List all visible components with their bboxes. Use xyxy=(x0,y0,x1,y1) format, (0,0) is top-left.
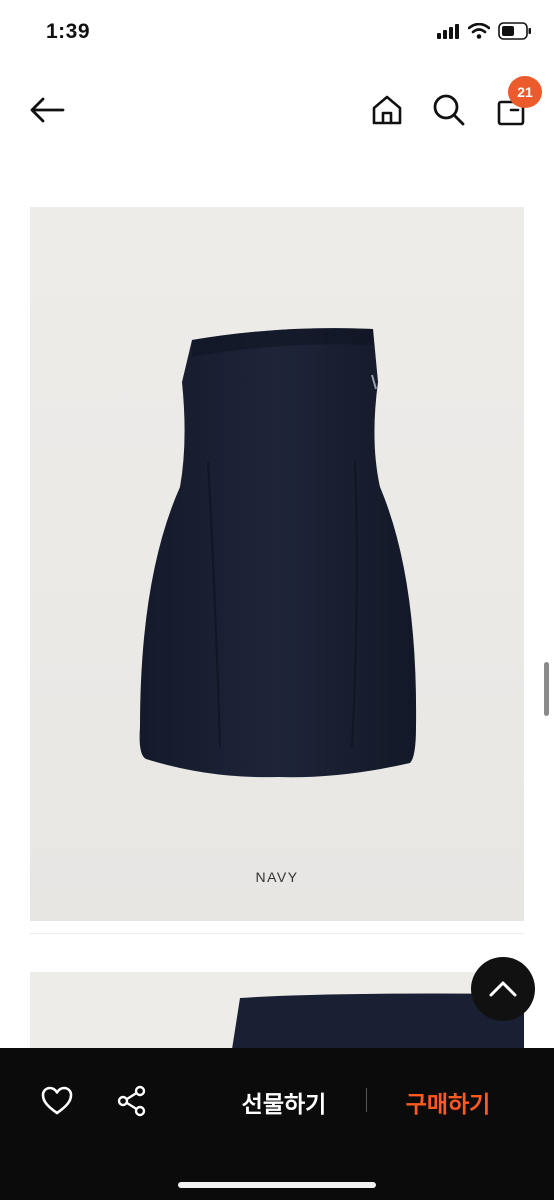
signal-icon xyxy=(437,24,459,39)
home-indicator xyxy=(178,1182,376,1188)
scroll-to-top-button[interactable] xyxy=(471,957,535,1021)
home-icon xyxy=(372,95,402,125)
search-icon xyxy=(433,94,465,126)
share-icon xyxy=(117,1085,146,1117)
divider xyxy=(30,933,524,934)
bottom-action-bar: 선물하기 구매하기 xyxy=(0,1048,554,1200)
status-icons xyxy=(436,22,532,40)
wifi-icon xyxy=(468,23,490,39)
back-arrow-icon xyxy=(30,97,65,123)
scrollbar[interactable] xyxy=(544,662,549,716)
chevron-up-icon xyxy=(489,981,517,997)
top-nav xyxy=(0,78,554,142)
buy-button[interactable]: 구매하기 xyxy=(388,1084,508,1120)
dress-illustration xyxy=(139,328,417,778)
back-button[interactable] xyxy=(26,90,68,130)
battery-icon xyxy=(498,22,531,40)
status-bar: 1:39 xyxy=(0,0,554,68)
home-button[interactable] xyxy=(366,90,408,130)
share-button[interactable] xyxy=(113,1082,151,1120)
gift-button[interactable]: 선물하기 xyxy=(224,1084,344,1120)
product-color-label: NAVY xyxy=(255,869,299,885)
heart-icon xyxy=(41,1086,73,1115)
cart-count-badge: 21 xyxy=(508,76,542,108)
product-image[interactable]: NAVY xyxy=(30,207,524,921)
status-time: 1:39 xyxy=(46,20,91,43)
search-button[interactable] xyxy=(428,90,470,130)
wishlist-button[interactable] xyxy=(38,1082,76,1120)
button-separator xyxy=(366,1088,367,1112)
